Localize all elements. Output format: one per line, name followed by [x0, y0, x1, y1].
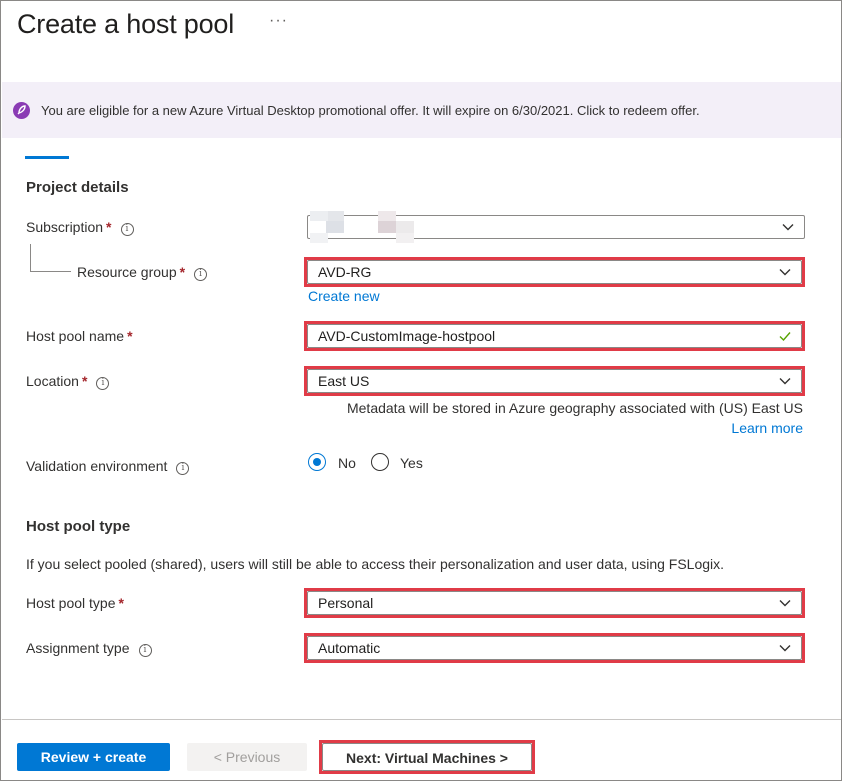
host-pool-name-label: Host pool name * — [26, 328, 133, 344]
project-details-heading: Project details — [26, 179, 129, 196]
validation-no-radio[interactable] — [308, 453, 326, 471]
highlight-box — [304, 633, 805, 663]
active-tab-indicator — [25, 156, 69, 159]
resource-group-label: Resource group * i — [77, 264, 208, 281]
highlight-box — [304, 366, 805, 396]
info-icon[interactable]: i — [120, 223, 134, 236]
more-options-button[interactable]: ··· — [269, 12, 288, 30]
info-icon[interactable]: i — [138, 644, 152, 657]
location-helper-text: Metadata will be stored in Azure geograp… — [346, 400, 803, 416]
highlight-box — [304, 321, 805, 351]
redacted-subscription-image — [310, 211, 420, 243]
highlight-box — [319, 740, 535, 774]
validation-yes-radio[interactable] — [371, 453, 389, 471]
footer-divider — [2, 719, 841, 720]
page-title: Create a host pool — [17, 9, 235, 39]
pool-type-description: If you select pooled (shared), users wil… — [26, 556, 725, 572]
info-icon[interactable]: i — [176, 462, 190, 475]
rocket-icon — [13, 102, 30, 119]
host-pool-type-label: Host pool type * — [26, 595, 124, 611]
info-icon[interactable]: i — [96, 377, 110, 390]
required-marker: * — [118, 595, 124, 611]
assignment-type-label: Assignment type i — [26, 640, 152, 657]
required-marker: * — [127, 328, 133, 344]
highlight-box — [304, 588, 805, 618]
highlight-box — [304, 257, 805, 287]
location-label: Location * i — [26, 373, 110, 390]
info-icon[interactable]: i — [194, 268, 208, 281]
create-new-link[interactable]: Create new — [308, 288, 380, 304]
host-pool-type-heading: Host pool type — [26, 518, 131, 535]
required-marker: * — [179, 264, 186, 280]
review-create-button[interactable]: Review + create — [17, 743, 170, 771]
validation-environment-label: Validation environment i — [26, 458, 190, 475]
required-marker: * — [106, 219, 112, 235]
required-marker: * — [81, 373, 88, 389]
subscription-label: Subscription * i — [26, 219, 134, 236]
previous-button[interactable]: < Previous — [187, 743, 307, 771]
validation-yes-label[interactable]: Yes — [400, 455, 423, 471]
promo-banner-text[interactable]: You are eligible for a new Azure Virtual… — [41, 103, 700, 118]
validation-no-label[interactable]: No — [338, 455, 356, 471]
subscription-dropdown[interactable] — [307, 211, 805, 243]
chevron-down-icon — [782, 224, 794, 231]
learn-more-link[interactable]: Learn more — [731, 420, 803, 436]
tree-connector — [30, 244, 71, 272]
